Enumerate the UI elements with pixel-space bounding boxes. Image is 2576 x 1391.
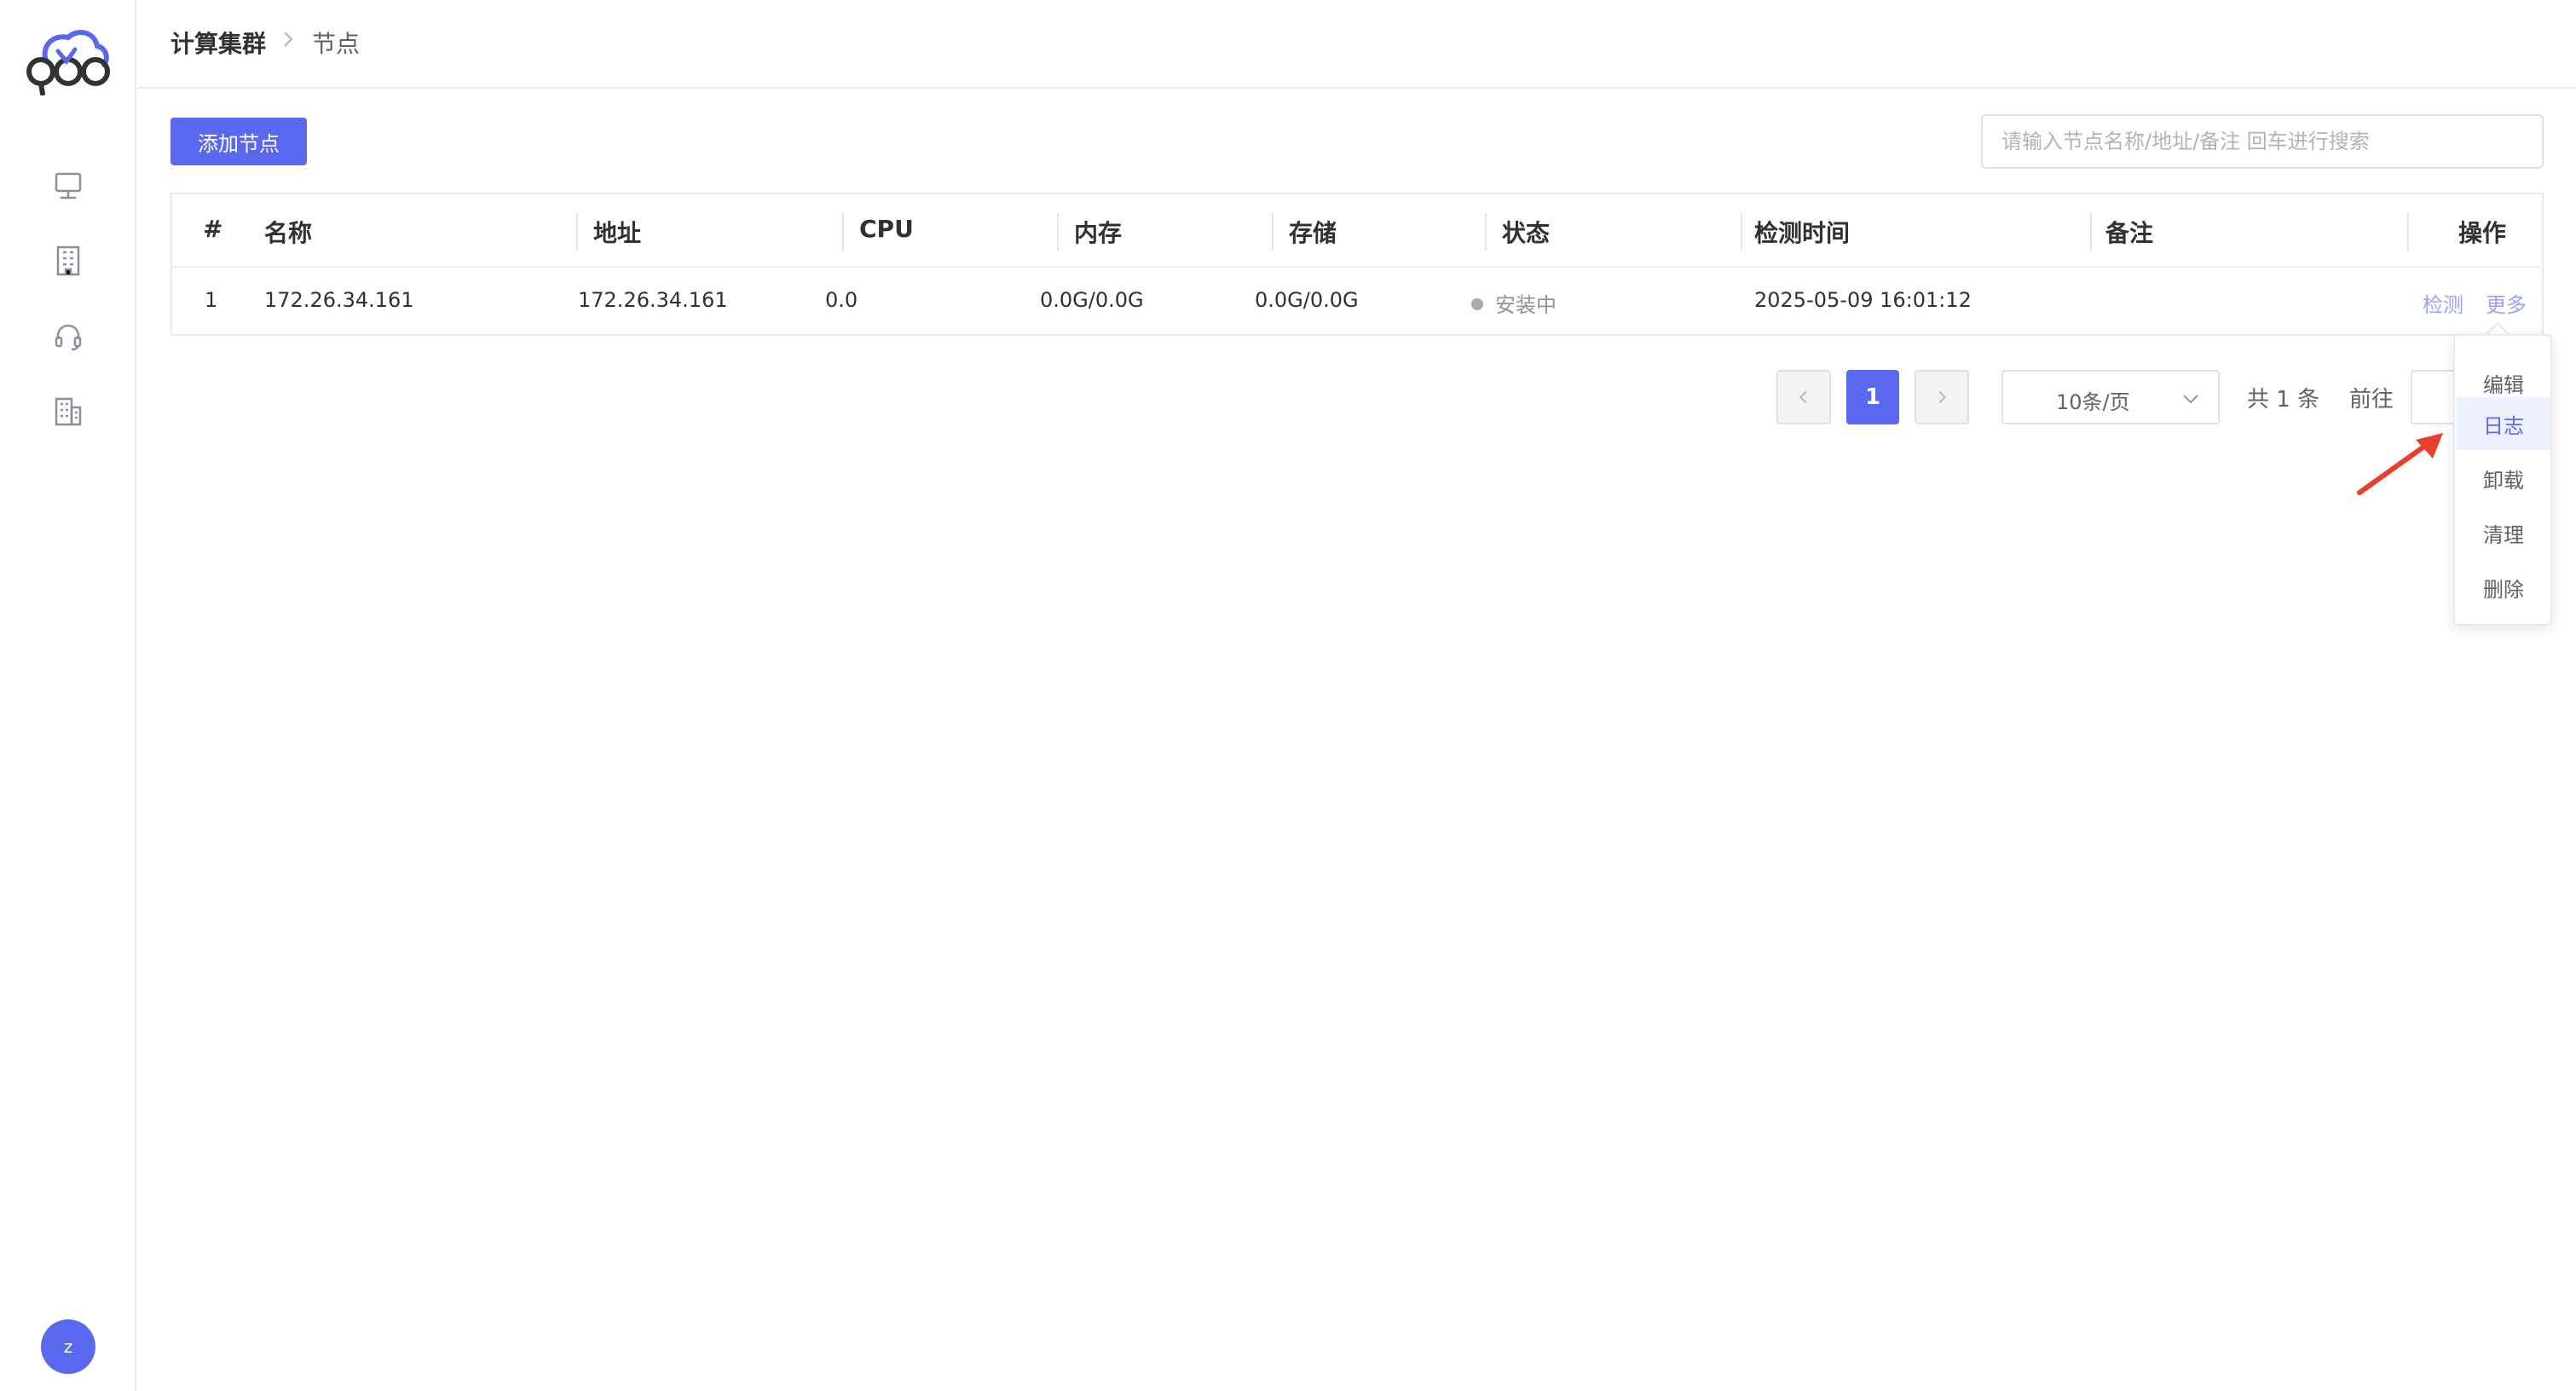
chevron-down-icon bbox=[2183, 395, 2198, 404]
add-node-button[interactable]: 添加节点 bbox=[170, 118, 307, 165]
headset-icon[interactable] bbox=[49, 317, 87, 355]
column-header-status: 状态 bbox=[1502, 219, 1551, 247]
column-header-address: 地址 bbox=[593, 219, 642, 247]
more-link[interactable]: 更多 bbox=[2486, 288, 2527, 318]
column-divider bbox=[1741, 213, 1742, 251]
app-root: z 计算集群 节点 添加节点 # 名称 地址 CPU 内存 存储 状态 检测时间 bbox=[0, 0, 2576, 1391]
annotation-arrow-icon bbox=[2357, 433, 2443, 495]
column-header-storage: 存储 bbox=[1289, 219, 1337, 247]
column-divider bbox=[2407, 213, 2409, 251]
column-header-index: # bbox=[203, 215, 223, 243]
column-header-name: 名称 bbox=[264, 219, 313, 247]
avatar[interactable]: z bbox=[41, 1319, 95, 1374]
column-divider bbox=[1057, 213, 1059, 251]
chevron-right-icon bbox=[284, 32, 293, 47]
menu-item-log[interactable]: 日志 bbox=[2457, 397, 2550, 450]
column-header-checked-at: 检测时间 bbox=[1754, 219, 1851, 247]
column-divider bbox=[842, 213, 844, 251]
column-header-cpu: CPU bbox=[859, 215, 914, 243]
status-dot-icon bbox=[1471, 298, 1483, 310]
column-divider bbox=[1485, 213, 1487, 251]
table-header: # 名称 地址 CPU 内存 存储 状态 检测时间 备注 操作 bbox=[172, 194, 2542, 268]
status-badge: 安装中 bbox=[1471, 288, 1557, 318]
menu-item-delete[interactable]: 删除 bbox=[2457, 561, 2550, 614]
column-divider bbox=[576, 213, 578, 251]
cell-memory: 0.0G/0.0G bbox=[1040, 288, 1144, 312]
cell-name: 172.26.34.161 bbox=[264, 288, 414, 312]
menu-item-uninstall[interactable]: 卸载 bbox=[2457, 452, 2550, 505]
column-header-actions: 操作 bbox=[2458, 219, 2507, 247]
office-building-icon[interactable] bbox=[49, 392, 87, 430]
cell-index: 1 bbox=[205, 288, 218, 312]
breadcrumb-current: 节点 bbox=[312, 30, 361, 58]
cell-cpu: 0.0 bbox=[825, 288, 858, 312]
nodes-table: # 名称 地址 CPU 内存 存储 状态 检测时间 备注 操作 1 172.26… bbox=[170, 193, 2544, 336]
cell-checked-at: 2025-05-09 16:01:12 bbox=[1754, 288, 1972, 312]
chevron-right-icon bbox=[1938, 390, 1946, 404]
page-size-select[interactable]: 10条/页 bbox=[2001, 370, 2220, 424]
prev-page-button[interactable] bbox=[1776, 370, 1831, 424]
column-divider bbox=[1272, 213, 1274, 251]
column-divider bbox=[2090, 213, 2092, 251]
building-icon[interactable] bbox=[49, 242, 87, 280]
goto-label: 前往 bbox=[2349, 387, 2394, 413]
status-text: 安装中 bbox=[1495, 293, 1557, 317]
cell-storage: 0.0G/0.0G bbox=[1255, 288, 1359, 312]
cloud-logo-icon[interactable] bbox=[24, 27, 113, 95]
breadcrumb-parent[interactable]: 计算集群 bbox=[170, 26, 266, 60]
chevron-left-icon bbox=[1799, 390, 1807, 404]
table-row: 1 172.26.34.161 172.26.34.161 0.0 0.0G/0… bbox=[172, 268, 2542, 336]
search-input[interactable] bbox=[1981, 114, 2544, 169]
menu-item-clean[interactable]: 清理 bbox=[2457, 506, 2550, 559]
more-dropdown-menu: 编辑 日志 卸载 清理 删除 bbox=[2453, 334, 2552, 626]
monitor-icon[interactable] bbox=[49, 167, 87, 205]
total-count: 共 1 条 bbox=[2247, 387, 2320, 413]
next-page-button[interactable] bbox=[1915, 370, 1969, 424]
column-header-remark: 备注 bbox=[2105, 219, 2154, 247]
breadcrumb: 计算集群 节点 bbox=[138, 0, 2576, 89]
column-header-memory: 内存 bbox=[1074, 219, 1123, 247]
check-link[interactable]: 检测 bbox=[2423, 288, 2463, 318]
page-number-button[interactable]: 1 bbox=[1846, 370, 1899, 424]
page-size-value: 10条/页 bbox=[2056, 390, 2130, 414]
cell-address: 172.26.34.161 bbox=[578, 288, 728, 312]
sidebar: z bbox=[0, 0, 136, 1391]
